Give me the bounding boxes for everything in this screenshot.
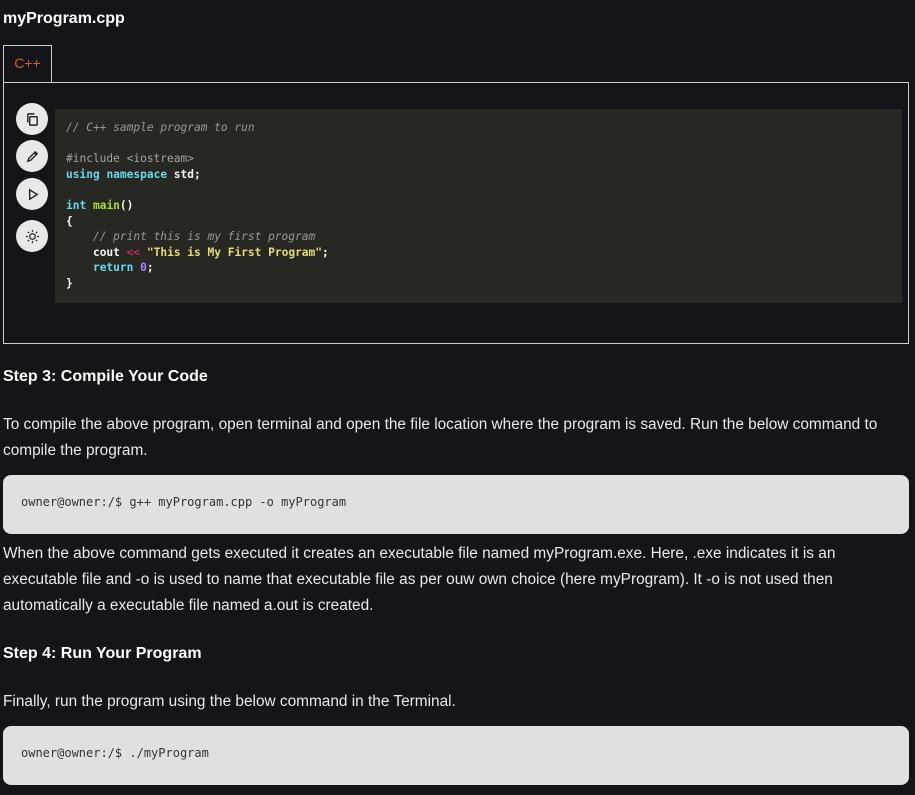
- code-text-segment: std;: [167, 167, 201, 181]
- compile-command-block: owner@owner:/$ g++ myProgram.cpp -o myPr…: [3, 475, 909, 534]
- code-keyword: int: [66, 198, 87, 212]
- code-text-segment: ;: [322, 245, 329, 259]
- code-brace: }: [66, 276, 73, 290]
- file-title: myProgram.cpp: [3, 10, 125, 27]
- code-brace: {: [66, 214, 73, 228]
- code-frame: // C++ sample program to run #include <i…: [3, 82, 909, 344]
- step4-heading: Step 4: Run Your Program: [3, 645, 202, 662]
- code-text-segment: (): [119, 198, 134, 212]
- run-icon: [28, 188, 39, 200]
- code-identifier: cout: [92, 245, 120, 259]
- edit-icon: [26, 150, 38, 162]
- code-operator: <<: [126, 245, 141, 259]
- step3-paragraph: To compile the above program, open termi…: [3, 416, 878, 459]
- code-keyword: namespace: [106, 167, 168, 181]
- run-command: owner@owner:/$ ./myProgram: [21, 746, 209, 760]
- theme-toggle-icon: [25, 229, 39, 243]
- code-comment: // print this is my first program: [92, 230, 316, 244]
- compile-command: owner@owner:/$ g++ myProgram.cpp -o myPr…: [21, 495, 347, 509]
- step3-after-paragraph: When the above command gets executed it …: [3, 545, 836, 614]
- run-command-block: owner@owner:/$ ./myProgram: [3, 726, 909, 785]
- code-text: // C++ sample program to run #include <i…: [66, 120, 329, 292]
- theme-toggle-button[interactable]: [16, 220, 48, 252]
- code-keyword: return: [92, 261, 134, 275]
- edit-button[interactable]: [16, 140, 48, 172]
- code-function: main: [92, 198, 120, 212]
- step3-heading: Step 3: Compile Your Code: [3, 368, 208, 385]
- code-block: // C++ sample program to run #include <i…: [55, 109, 902, 303]
- run-button[interactable]: [16, 178, 48, 210]
- code-comment: // C++ sample program to run: [66, 121, 255, 134]
- code-keyword: using: [66, 167, 100, 181]
- copy-button[interactable]: [16, 103, 48, 135]
- code-include: #include <iostream>: [66, 152, 194, 166]
- tab-cpp[interactable]: C++: [3, 45, 52, 82]
- step4-paragraph: Finally, run the program using the below…: [3, 693, 456, 710]
- code-number: 0: [140, 261, 147, 275]
- code-string: "This is My First Program": [146, 245, 323, 259]
- code-text-segment: ;: [146, 261, 154, 275]
- copy-icon: [26, 112, 38, 126]
